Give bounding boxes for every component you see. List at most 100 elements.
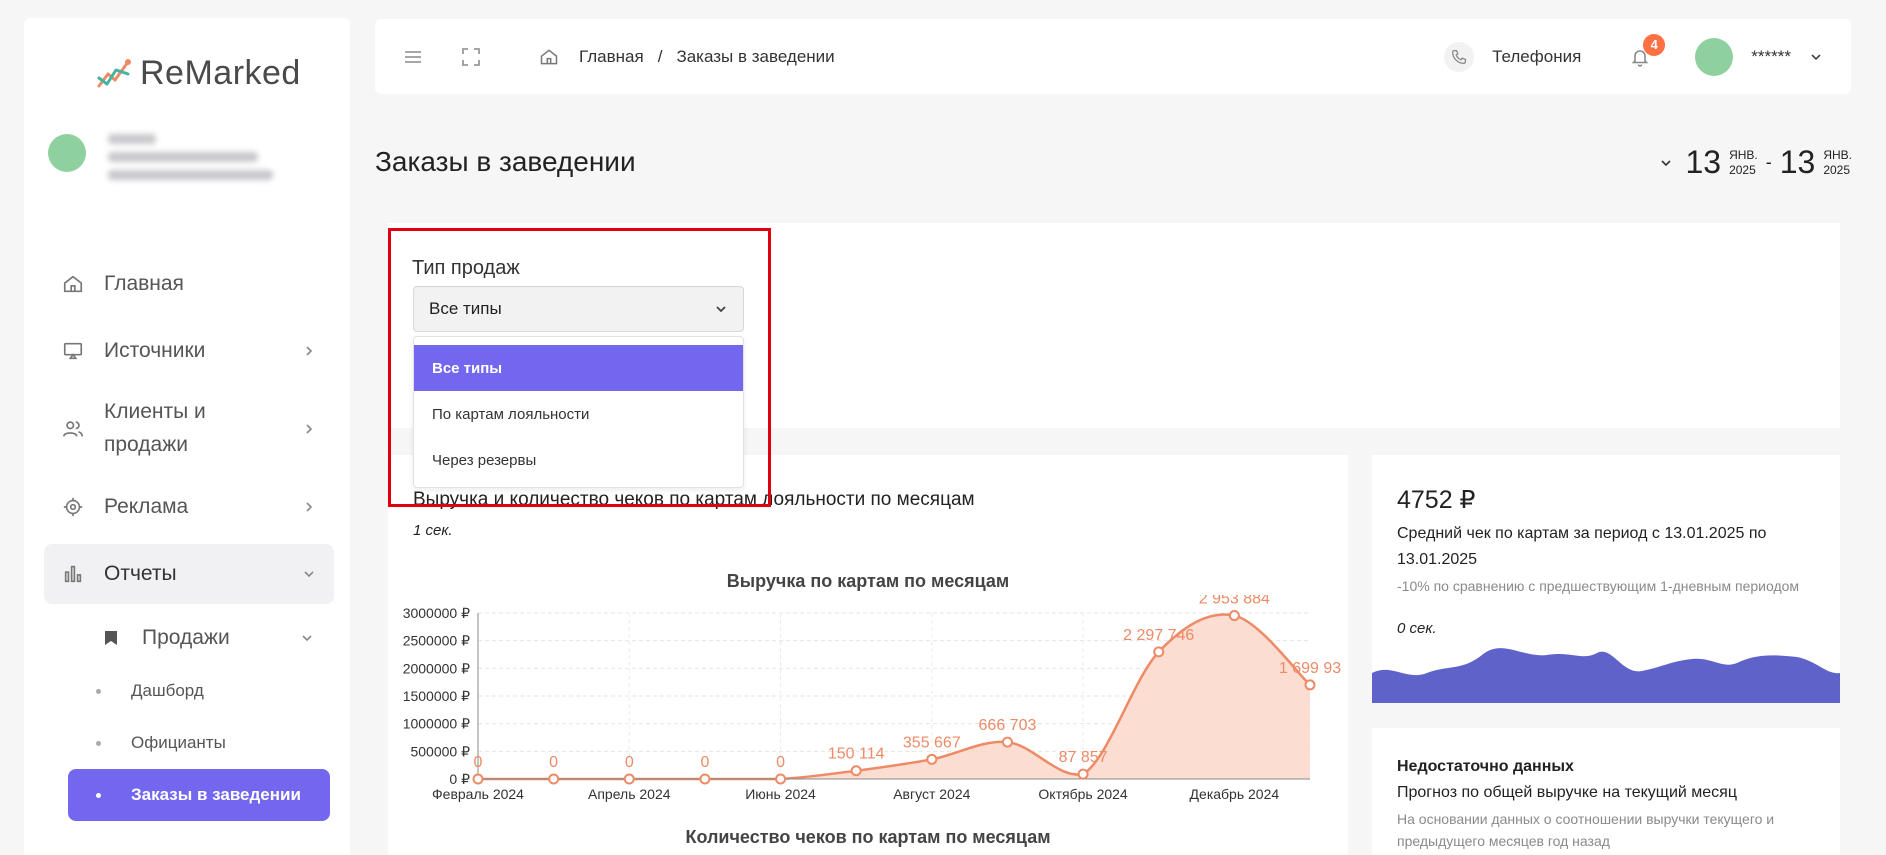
revenue-area-chart: 0 ₽ 500000 ₽ 1000000 ₽ 1500000 ₽ 2000000 ₽ 25… [403, 595, 1342, 802]
x-tick-label: Август 2024 [893, 786, 970, 802]
bullet-icon [96, 688, 101, 694]
chevron-down-icon[interactable] [1809, 50, 1823, 64]
date-to-month-year: ЯНВ. 2025 [1823, 148, 1852, 177]
data-point [1001, 736, 1013, 748]
data-label: 0 [474, 754, 483, 771]
notifications-button[interactable]: 4 [1625, 33, 1666, 72]
y-tick-label: 500000 ₽ [410, 743, 470, 759]
trend-logo-icon [97, 58, 131, 87]
chart-title: Выручка по картам по месяцам [726, 571, 1010, 591]
data-point [1228, 610, 1240, 622]
sidebar-item-label: Отчеты [104, 562, 177, 585]
home-icon[interactable] [539, 47, 559, 67]
breadcrumb-home[interactable]: Главная [579, 47, 644, 67]
sidebar-link-waiters[interactable]: Официанты [44, 717, 334, 769]
date-from-day: 13 [1685, 144, 1722, 180]
data-label: 1 699 93 [1279, 660, 1341, 677]
kpi-value: 4752 ₽ [1397, 486, 1476, 514]
sidebar-item-reports[interactable]: Отчеты [44, 544, 334, 604]
telephony-link[interactable]: Телефония [1492, 47, 1581, 67]
y-tick-label: 2000000 ₽ [403, 660, 470, 676]
chevron-right-icon [306, 424, 313, 434]
home-icon [63, 275, 83, 293]
load-time: 1 сек. [413, 522, 453, 539]
kpi-comparison: -10% по сравнению с предшествующим 1-дне… [1397, 578, 1800, 594]
date-range-picker[interactable]: 13 ЯНВ. 2025 - 13 ЯНВ. 2025 [1659, 144, 1852, 181]
sidebar: ReMarked Главная Источники Клиенты и про… [24, 18, 350, 855]
data-label: 0 [625, 754, 634, 771]
sales-type-dropdown: Все типы По картам лояльности Через резе… [413, 336, 744, 488]
phone-icon[interactable] [1444, 41, 1475, 72]
data-point [850, 765, 862, 777]
sidebar-item-label: Реклама [104, 495, 189, 518]
average-check-card: 4752 ₽ Средний чек по картам за период с… [1372, 455, 1840, 703]
user-avatar[interactable] [1695, 37, 1734, 76]
dropdown-option-loyalty[interactable]: По картам лояльности [414, 391, 743, 437]
sidebar-item-clients-sales[interactable]: Клиенты и продажи [44, 388, 334, 470]
sidebar-item-home[interactable]: Главная [44, 254, 334, 314]
date-from-month-year: ЯНВ. 2025 [1729, 148, 1758, 177]
y-tick-label: 1500000 ₽ [403, 688, 470, 704]
kpi-description: Средний чек по картам за период с 13.01.… [1397, 525, 1767, 568]
sidebar-link-dashboard[interactable]: Дашборд [44, 665, 334, 717]
sidebar-link-orders[interactable]: Заказы в заведении [68, 769, 330, 821]
bookmark-icon [105, 631, 117, 645]
data-label: 0 [549, 754, 558, 771]
username[interactable]: ****** [1751, 47, 1791, 67]
breadcrumb: Главная / Заказы в заведении [539, 47, 835, 67]
chevron-right-icon [306, 502, 313, 512]
data-point [1304, 679, 1316, 691]
chevron-down-icon [302, 635, 312, 642]
chevron-down-icon[interactable] [1659, 156, 1673, 170]
forecast-heading: Недостаточно данных [1397, 758, 1574, 775]
data-point [699, 773, 711, 785]
notification-count-badge: 4 [1643, 33, 1666, 56]
menu-icon[interactable] [403, 47, 423, 67]
data-point [472, 773, 484, 785]
logo[interactable]: ReMarked [96, 54, 301, 93]
profile[interactable] [48, 134, 278, 188]
x-tick-label: Октябрь 2024 [1038, 786, 1128, 802]
x-tick-label: Декабрь 2024 [1190, 786, 1280, 802]
top-bar-actions: Телефония 4 ****** [1444, 33, 1823, 76]
monitor-icon [63, 342, 83, 360]
kpi-sparkline [1372, 648, 1840, 703]
date-to-day: 13 [1779, 144, 1816, 180]
breadcrumb-separator: / [657, 46, 663, 66]
chart2-title: Количество чеков по картам по месяцам [685, 827, 1051, 847]
sidebar-link-label: Заказы в заведении [131, 785, 301, 804]
dropdown-option-all[interactable]: Все типы [414, 345, 743, 391]
target-icon [63, 497, 83, 517]
data-point [775, 773, 787, 785]
x-tick-label: Февраль 2024 [432, 786, 524, 802]
sidebar-item-ads[interactable]: Реклама [44, 477, 334, 537]
bar-chart-icon [64, 565, 82, 583]
y-tick-label: 2500000 ₽ [403, 633, 470, 649]
data-point [548, 773, 560, 785]
fullscreen-icon[interactable] [461, 47, 481, 67]
dropdown-option-reservations[interactable]: Через резервы [414, 437, 743, 483]
sidebar-item-label: Клиенты и продажи [104, 400, 206, 456]
sidebar-item-label: Источники [104, 339, 206, 362]
sidebar-subitem-label: Продажи [142, 626, 230, 649]
date-separator: - [1765, 152, 1772, 172]
sales-type-select[interactable]: Все типы [413, 286, 744, 332]
sidebar-link-label: Официанты [131, 733, 226, 752]
data-label: 2 953 884 [1199, 595, 1270, 608]
forecast-description: На основании данных о соотношении выручк… [1397, 811, 1775, 850]
x-tick-label: Апрель 2024 [588, 786, 671, 802]
y-tick-label: 0 ₽ [449, 771, 470, 787]
sidebar-link-label: Дашборд [131, 681, 204, 700]
revenue-chart-card: Выручка и количество чеков по картам лоя… [388, 455, 1348, 855]
sidebar-subitem-sales[interactable]: Продажи [44, 611, 334, 665]
data-label: 0 [776, 754, 785, 771]
data-label: 150 114 [828, 746, 885, 763]
data-label: 355 667 [903, 734, 961, 751]
users-icon [63, 421, 83, 437]
y-tick-label: 1000000 ₽ [403, 716, 470, 732]
sales-type-label: Тип продаж [412, 257, 520, 279]
sidebar-item-sources[interactable]: Источники [44, 321, 334, 381]
data-point [1077, 768, 1089, 780]
bullet-icon [96, 792, 101, 798]
data-label: 0 [700, 754, 709, 771]
